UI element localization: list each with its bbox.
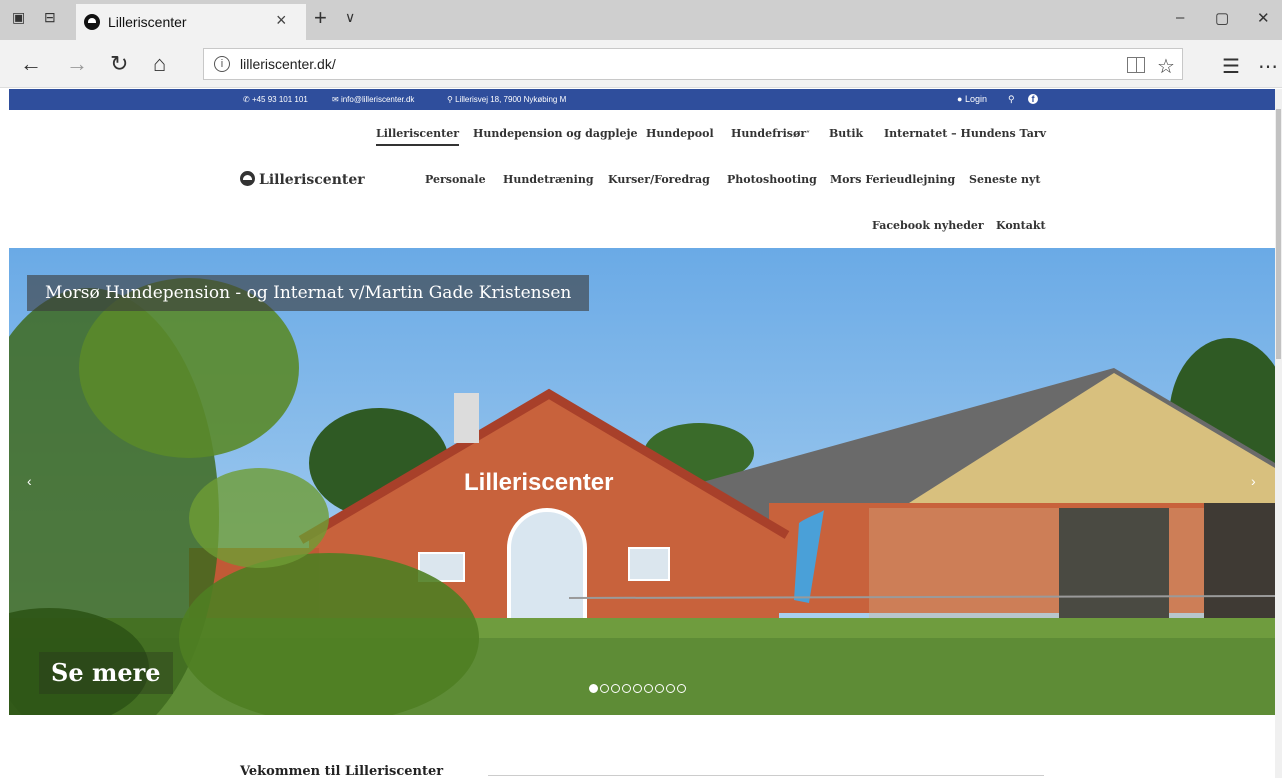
slide-indicators: [589, 684, 686, 693]
home-icon[interactable]: ⌂: [153, 51, 166, 77]
url-field[interactable]: i lilleriscenter.dk/: [203, 48, 1183, 80]
page-scrollbar[interactable]: [1275, 89, 1282, 778]
nav-item-hundetraening[interactable]: Hundetræning: [503, 173, 594, 186]
tab-actions-icon[interactable]: ▣: [12, 9, 25, 26]
address-text: ⚲ Lillerisvej 18, 7900 Nykøbing M: [447, 95, 567, 104]
refresh-icon[interactable]: ↻: [110, 51, 128, 77]
nav-item-seneste-nyt[interactable]: Seneste nyt: [969, 173, 1041, 186]
more-icon[interactable]: ⋯: [1258, 54, 1278, 79]
phone-link[interactable]: ✆ +45 93 101 101: [243, 95, 308, 104]
slide-dot[interactable]: [633, 684, 642, 693]
contact-strip: ✆ +45 93 101 101 ✉ info@lilleriscenter.d…: [9, 89, 1279, 110]
nav-item-photoshooting[interactable]: Photoshooting: [727, 173, 817, 186]
new-tab-icon[interactable]: +: [314, 5, 327, 31]
welcome-heading: Vekommen til Lilleriscenter: [240, 764, 444, 778]
chevron-down-icon: ˅: [806, 129, 811, 139]
hero-slider: Lilleriscenter Morsø Hundepension - og I…: [9, 248, 1275, 715]
browser-tab-bar: ▣ ⊟ Lilleriscenter × + ∨ – ▢ ✕: [0, 0, 1282, 40]
tab-list-chevron-icon[interactable]: ∨: [345, 9, 355, 26]
nav-item-hundepool[interactable]: Hundepool: [646, 127, 714, 140]
scrollbar-thumb[interactable]: [1276, 109, 1281, 359]
user-icon: ●: [957, 94, 965, 104]
chevron-right-icon[interactable]: ›: [1251, 473, 1256, 489]
browser-tab[interactable]: Lilleriscenter ×: [76, 4, 306, 40]
nav-item-ferieudlejning[interactable]: Mors Ferieudlejning: [830, 173, 955, 186]
nav-item-lilleriscenter[interactable]: Lilleriscenter: [376, 127, 460, 146]
slide-dot[interactable]: [589, 684, 598, 693]
phone-icon: ✆: [243, 95, 252, 104]
slide-dot[interactable]: [677, 684, 686, 693]
slide-dot[interactable]: [600, 684, 609, 693]
heading-divider: [488, 775, 1044, 776]
back-arrow-icon[interactable]: ←: [20, 51, 42, 77]
nav-item-kontakt[interactable]: Kontakt: [996, 219, 1046, 232]
nav-item-butik[interactable]: Butik: [829, 127, 863, 140]
building-sign: Lilleriscenter: [464, 469, 613, 496]
slide-dot[interactable]: [644, 684, 653, 693]
site-logo[interactable]: Lilleriscenter: [240, 171, 365, 188]
info-icon[interactable]: i: [214, 56, 230, 72]
search-icon[interactable]: ⚲: [1008, 94, 1015, 105]
map-pin-icon: ⚲: [447, 95, 456, 104]
minimize-icon[interactable]: –: [1176, 9, 1184, 26]
mail-icon: ✉: [332, 95, 341, 104]
favicon-icon: [84, 14, 100, 30]
restore-icon[interactable]: ▢: [1215, 9, 1229, 27]
chevron-left-icon[interactable]: ‹: [27, 473, 32, 489]
logo-icon: [240, 171, 255, 186]
nav-item-hundepension[interactable]: Hundepension og dagpleje: [473, 127, 638, 140]
nav-item-kurser[interactable]: Kurser/Foredrag: [608, 173, 710, 186]
login-link[interactable]: ● Login: [957, 94, 987, 104]
nav-item-internatet[interactable]: Internatet – Hundens Tarv: [884, 127, 1046, 140]
nav-item-hundefrisor[interactable]: Hundefrisør˅: [731, 127, 810, 140]
address-bar-row: ← → ↻ ⌂ i lilleriscenter.dk/ ☆ ☰ ⋯: [0, 40, 1282, 88]
slide-dot[interactable]: [622, 684, 631, 693]
set-aside-tabs-icon[interactable]: ⊟: [44, 9, 56, 26]
hero-photo: Lilleriscenter: [9, 248, 1275, 715]
see-more-button[interactable]: Se mere: [39, 652, 173, 694]
slide-dot[interactable]: [611, 684, 620, 693]
email-link[interactable]: ✉ info@lilleriscenter.dk: [332, 95, 414, 104]
nav-item-personale[interactable]: Personale: [425, 173, 486, 186]
reading-view-icon[interactable]: [1127, 57, 1145, 73]
favorites-hub-icon[interactable]: ☰: [1222, 54, 1240, 79]
nav-item-facebook-nyheder[interactable]: Facebook nyheder: [872, 219, 984, 232]
close-tab-icon[interactable]: ×: [276, 10, 287, 31]
slide-dot[interactable]: [666, 684, 675, 693]
url-text[interactable]: lilleriscenter.dk/: [240, 56, 336, 72]
favorite-star-icon[interactable]: ☆: [1157, 54, 1175, 79]
forward-arrow-icon[interactable]: →: [66, 51, 88, 77]
tab-title: Lilleriscenter: [108, 14, 187, 30]
facebook-icon[interactable]: f: [1028, 94, 1038, 104]
hero-caption: Morsø Hundepension - og Internat v/Marti…: [27, 275, 590, 311]
close-window-icon[interactable]: ✕: [1257, 9, 1270, 27]
slide-dot[interactable]: [655, 684, 664, 693]
